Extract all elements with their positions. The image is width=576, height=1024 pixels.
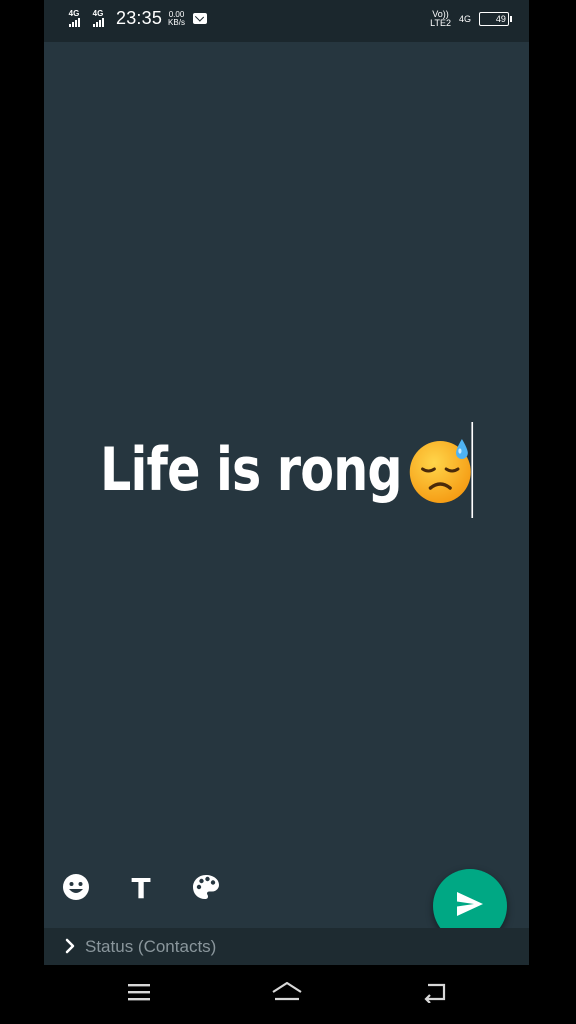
chevron-right-icon (64, 938, 76, 959)
battery-percent: 49 (495, 14, 506, 24)
downcast-face-with-sweat-icon (406, 435, 475, 505)
palette-icon (192, 873, 220, 906)
system-navigation-bar (0, 965, 576, 1024)
sim2-signal-icon: 4G (88, 10, 108, 27)
status-text-value: Life is rong (99, 435, 403, 505)
status-composer-screen: 4G 4G 23:35 0.00 KB/s Vo)) LTE2 4G 49 Li… (44, 0, 529, 965)
data-network-label: 4G (458, 13, 471, 24)
message-notification-icon (192, 13, 207, 24)
sim1-network-label: 4G (68, 9, 80, 18)
status-text-input[interactable]: Life is rong (99, 422, 475, 518)
send-icon (456, 891, 484, 922)
network-speed: 0.00 KB/s (168, 10, 185, 27)
system-status-bar: 4G 4G 23:35 0.00 KB/s Vo)) LTE2 4G 49 (44, 0, 529, 42)
home-icon (271, 981, 303, 1008)
menu-icon (127, 982, 151, 1007)
audience-label: Status (Contacts) (85, 937, 217, 956)
volte-bottom-label: LTE2 (430, 18, 451, 28)
audience-bar[interactable]: Status (Contacts) (44, 928, 529, 965)
sim1-signal-icon: 4G (64, 10, 84, 27)
text-font-icon: T (131, 872, 151, 905)
clock: 23:35 (116, 8, 163, 28)
volte-indicator: Vo)) LTE2 (430, 10, 451, 28)
home-nav-button[interactable] (270, 981, 304, 1007)
battery-icon: 49 (479, 12, 512, 26)
back-nav-button[interactable] (420, 981, 450, 1007)
emoji-button[interactable] (61, 873, 91, 906)
menu-nav-button[interactable] (124, 981, 154, 1007)
network-speed-unit: KB/s (168, 17, 185, 27)
smiley-icon (62, 873, 90, 906)
sim2-network-label: 4G (92, 9, 104, 18)
status-text-area[interactable]: Life is rong (44, 420, 529, 520)
background-color-button[interactable] (191, 874, 221, 904)
font-button[interactable]: T (126, 874, 156, 904)
back-icon (422, 981, 448, 1008)
